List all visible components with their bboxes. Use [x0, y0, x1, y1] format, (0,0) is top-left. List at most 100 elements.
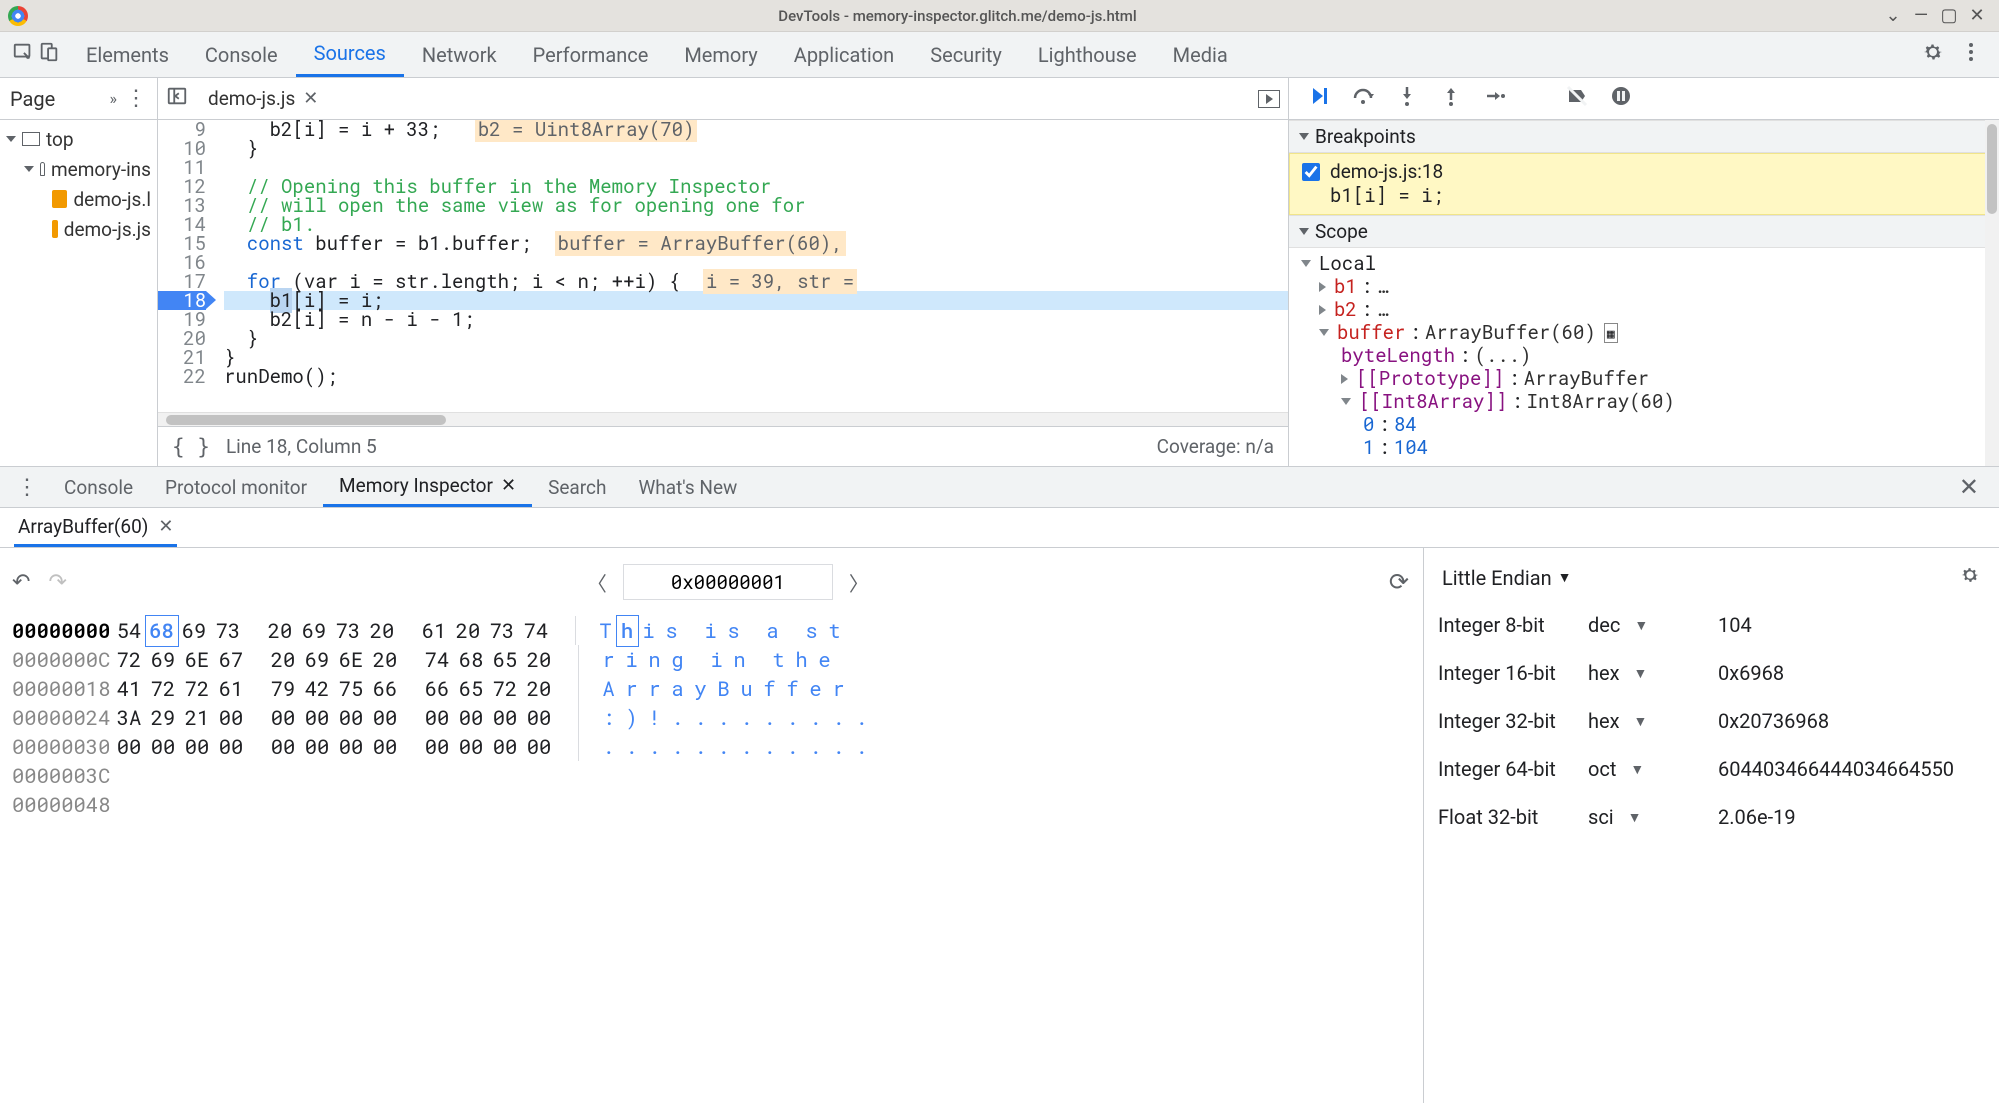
resume-icon[interactable]: [1307, 84, 1331, 113]
ascii-char[interactable]: i: [699, 616, 722, 645]
next-page-icon[interactable]: 〉: [849, 568, 869, 597]
scope-array-item[interactable]: 1: 104: [1301, 436, 1999, 459]
hex-byte[interactable]: 69: [177, 616, 211, 645]
settings-gear-icon[interactable]: [1921, 40, 1945, 69]
ascii-char[interactable]: .: [620, 732, 643, 761]
ascii-char[interactable]: s: [722, 616, 745, 645]
value-format-selector[interactable]: oct▼: [1588, 757, 1718, 781]
hex-byte[interactable]: 75: [334, 674, 368, 703]
toggle-navigator-icon[interactable]: [166, 85, 188, 112]
ascii-char[interactable]: :: [597, 703, 620, 732]
main-tab-console[interactable]: Console: [187, 32, 296, 77]
main-tab-security[interactable]: Security: [912, 32, 1020, 77]
hex-byte[interactable]: 41: [112, 674, 146, 703]
hex-byte[interactable]: 29: [146, 703, 180, 732]
hex-byte[interactable]: 72: [146, 674, 180, 703]
main-tab-application[interactable]: Application: [776, 32, 912, 77]
ascii-char[interactable]: i: [637, 616, 660, 645]
hex-byte[interactable]: 00: [180, 732, 214, 761]
close-button[interactable]: ✕: [1963, 2, 1991, 30]
hex-byte[interactable]: 61: [214, 674, 248, 703]
breakpoints-section-header[interactable]: Breakpoints: [1289, 120, 1999, 153]
main-tab-network[interactable]: Network: [404, 32, 515, 77]
hex-byte[interactable]: 66: [368, 674, 402, 703]
navigator-more-tabs-icon[interactable]: »: [110, 89, 118, 108]
ascii-char[interactable]: t: [823, 616, 846, 645]
close-tab-icon[interactable]: ✕: [158, 516, 173, 537]
ascii-char[interactable]: i: [620, 645, 643, 674]
main-tab-memory[interactable]: Memory: [666, 32, 775, 77]
refresh-icon[interactable]: ⟳: [1389, 568, 1409, 596]
ascii-char[interactable]: i: [705, 645, 728, 674]
hex-byte[interactable]: 69: [297, 616, 331, 645]
ascii-char[interactable]: r: [827, 674, 850, 703]
address-input[interactable]: [623, 564, 833, 600]
hex-byte[interactable]: 73: [485, 616, 519, 645]
history-back-icon[interactable]: ↶: [12, 570, 30, 595]
ascii-char[interactable]: n: [643, 645, 666, 674]
hex-byte[interactable]: 00: [300, 732, 334, 761]
ascii-char[interactable]: s: [660, 616, 683, 645]
close-drawer-icon[interactable]: ✕: [1951, 467, 1987, 507]
ascii-char[interactable]: .: [804, 732, 827, 761]
deactivate-breakpoints-icon[interactable]: [1565, 84, 1589, 113]
scope-prop[interactable]: [[Int8Array]]: Int8Array(60): [1301, 390, 1999, 413]
ascii-char[interactable]: .: [781, 732, 804, 761]
close-tab-icon[interactable]: ✕: [501, 475, 516, 496]
hex-byte[interactable]: 00: [334, 703, 368, 732]
inspect-element-icon[interactable]: [12, 41, 34, 68]
hex-byte[interactable]: 00: [368, 703, 402, 732]
navigator-menu-icon[interactable]: ⋮: [125, 86, 147, 111]
pretty-print-icon[interactable]: { }: [172, 435, 210, 459]
ascii-char[interactable]: .: [827, 703, 850, 732]
tree-file[interactable]: demo-js.js: [0, 214, 157, 244]
hex-byte[interactable]: 20: [263, 616, 297, 645]
ascii-char[interactable]: s: [800, 616, 823, 645]
drawer-tab-console[interactable]: Console: [48, 467, 149, 507]
hex-byte[interactable]: 68: [454, 645, 488, 674]
hex-byte[interactable]: 00: [266, 703, 300, 732]
pause-on-exceptions-icon[interactable]: [1609, 84, 1633, 113]
history-forward-icon[interactable]: ↷: [48, 570, 66, 595]
ascii-char[interactable]: a: [761, 616, 784, 645]
navigator-page-label[interactable]: Page: [10, 87, 102, 111]
hex-byte[interactable]: 67: [214, 645, 248, 674]
value-format-selector[interactable]: sci▼: [1588, 805, 1718, 829]
ascii-char[interactable]: r: [620, 674, 643, 703]
ascii-char[interactable]: f: [758, 674, 781, 703]
ascii-char[interactable]: .: [643, 732, 666, 761]
scope-prop[interactable]: [[Prototype]]: ArrayBuffer: [1301, 367, 1999, 390]
ascii-char[interactable]: h: [616, 615, 639, 647]
ascii-char[interactable]: .: [689, 732, 712, 761]
hex-byte[interactable]: 00: [146, 732, 180, 761]
ascii-char[interactable]: .: [781, 703, 804, 732]
drawer-tab-memory-inspector[interactable]: Memory Inspector✕: [323, 467, 532, 507]
drawer-menu-icon[interactable]: ⋮: [12, 467, 42, 507]
menu-dropdown-icon[interactable]: ⌄: [1879, 2, 1907, 30]
hex-byte[interactable]: 00: [454, 703, 488, 732]
hex-byte[interactable]: 20: [368, 645, 402, 674]
hex-byte[interactable]: 6E: [180, 645, 214, 674]
hex-byte[interactable]: 00: [488, 703, 522, 732]
editor-file-tab[interactable]: demo-js.js ✕: [198, 81, 328, 116]
hex-grid[interactable]: 00000000546869732069732061207374Thisisas…: [12, 616, 1409, 819]
value-format-selector[interactable]: dec▼: [1588, 613, 1718, 637]
ascii-char[interactable]: A: [597, 674, 620, 703]
ascii-char[interactable]: .: [804, 703, 827, 732]
memory-inspector-tab[interactable]: ArrayBuffer(60) ✕: [14, 509, 177, 547]
hex-byte[interactable]: 68: [145, 615, 179, 647]
maximize-button[interactable]: ▢: [1935, 2, 1963, 30]
scope-prop[interactable]: byteLength: (...): [1301, 344, 1999, 367]
hex-byte[interactable]: 00: [420, 703, 454, 732]
ascii-char[interactable]: n: [728, 645, 751, 674]
ascii-char[interactable]: .: [666, 732, 689, 761]
scope-section-header[interactable]: Scope: [1289, 215, 1999, 248]
hex-byte[interactable]: 00: [454, 732, 488, 761]
hex-byte[interactable]: 3A: [112, 703, 146, 732]
ascii-char[interactable]: .: [666, 703, 689, 732]
close-tab-icon[interactable]: ✕: [303, 88, 318, 109]
ascii-char[interactable]: !: [643, 703, 666, 732]
hex-byte[interactable]: 74: [420, 645, 454, 674]
hex-byte[interactable]: 21: [180, 703, 214, 732]
hex-byte[interactable]: 20: [266, 645, 300, 674]
